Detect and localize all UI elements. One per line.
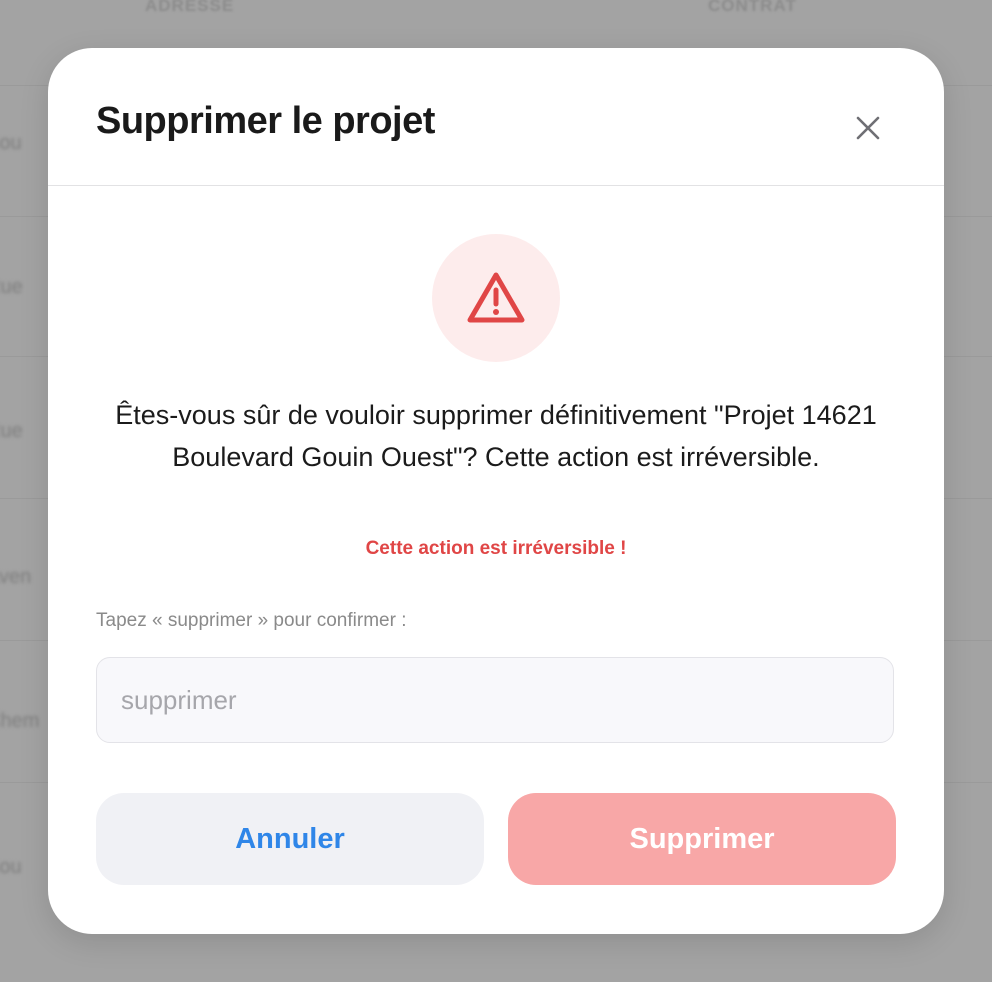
background-row-text: Bou [0,856,22,878]
warning-badge [432,234,560,362]
confirm-label: Tapez « supprimer » pour confirmer : [96,610,407,631]
delete-button[interactable]: Supprimer [508,793,896,885]
background-column-header: ADRESSE [145,0,235,15]
background-row-text: Rue [0,276,23,298]
close-button[interactable] [848,108,888,148]
delete-project-dialog: Supprimer le projet Êtes-vous sûr de vou… [48,48,944,934]
confirm-input[interactable] [96,657,894,743]
irreversible-warning: Cette action est irréversible ! [365,538,627,559]
background-row-text: Bou [0,132,22,154]
background-row-text: Aven [0,566,32,588]
background-row-text: Rue [0,420,23,442]
close-icon [856,116,880,140]
warning-triangle-icon [467,272,525,323]
cancel-button[interactable]: Annuler [96,793,484,885]
confirmation-message: Êtes-vous sûr de vouloir supprimer défin… [115,400,877,472]
dialog-title: Supprimer le projet [96,100,435,142]
background-row-text: Chem [0,710,40,732]
background-column-header: CONTRAT [708,0,797,15]
dialog-header: Supprimer le projet [48,48,944,186]
